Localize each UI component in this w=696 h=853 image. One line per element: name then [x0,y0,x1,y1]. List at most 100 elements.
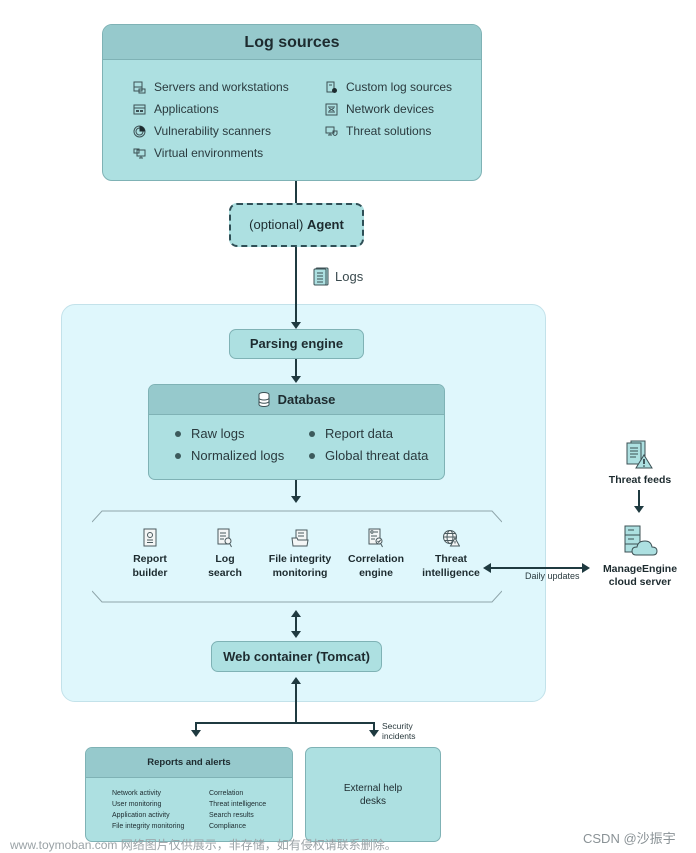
network-device-icon [325,103,338,115]
source-label: Applications [154,102,219,116]
virtual-monitor-icon [133,148,146,158]
reports-alerts-box: Reports and alerts Network activity User… [85,747,293,842]
source-label: Vulnerability scanners [154,124,271,138]
security-incidents-line2: incidents [382,731,416,741]
connector-line [638,490,640,507]
source-threat-solutions: Threat solutions [325,124,431,138]
report-item: Search results [209,812,254,819]
report-item: Correlation [209,790,244,797]
threat-feed-document-icon [626,440,653,469]
bullet-icon [175,452,181,459]
parsing-engine-box: Parsing engine [229,329,364,359]
arrow-down-icon [291,376,301,383]
arrow-up-icon [291,677,301,684]
source-virtual-environments: Virtual environments [133,146,263,160]
custom-log-icon [326,81,337,93]
file-folder-icon [291,529,309,547]
source-label: Custom log sources [346,80,453,94]
arrow-right-icon [582,563,590,573]
database-item: Raw logs [175,426,244,441]
log-sources-title: Log sources [103,25,481,60]
cloud-server-node: ManageEngine cloud server [597,525,683,589]
source-vulnerability-scanners: Vulnerability scanners [133,124,271,138]
database-item: Normalized logs [175,448,284,463]
source-network-devices: Network devices [325,102,434,116]
helpdesk-line1: External help [343,783,403,794]
module-threat-intelligence: Threat intelligence [411,528,491,580]
log-search-icon [217,528,232,548]
module-label-line1: File integrity [268,553,332,565]
arrow-down-icon [191,730,201,737]
report-item: Network activity [112,790,162,797]
module-label-line2: search [208,567,242,579]
database-item-label: Normalized logs [191,448,285,463]
source-label: Virtual environments [154,146,264,160]
database-item-label: Raw logs [191,426,245,441]
branch-line [195,722,375,724]
arrow-down-icon [291,322,301,329]
module-label-line1: Correlation [347,553,404,565]
report-item: File integrity monitoring [112,823,185,830]
arrow-down-icon [291,631,301,638]
report-item: Application activity [112,812,170,819]
threat-solution-icon [325,126,338,136]
report-item: User monitoring [112,801,162,808]
module-label-line1: Threat [434,553,468,565]
threat-feeds-label: Threat feeds [608,474,672,486]
security-incidents-line1: Security [382,721,413,731]
daily-updates-label: Daily updates [525,571,580,581]
web-container-box: Web container (Tomcat) [211,641,382,672]
report-builder-icon [143,528,157,547]
database-box: Database Raw logs Normalized logs Report… [148,384,445,480]
arrow-left-icon [483,563,491,573]
module-label-line2: intelligence [422,567,480,579]
radar-icon [133,125,146,137]
database-item-label: Report data [325,426,393,441]
watermark-right: CSDN @沙振宇 [583,831,676,846]
module-file-integrity: File integrity monitoring [260,528,340,580]
database-icon [258,392,270,407]
module-report-builder: Report builder [110,528,190,580]
log-document-icon [313,267,329,286]
module-correlation-engine: Correlation engine [336,528,416,580]
database-item: Global threat data [309,448,428,463]
cloud-server-label-line1: ManageEngine [602,563,678,575]
source-servers: Servers and workstations [133,80,289,94]
helpdesk-line2: desks [359,796,387,807]
connector-line [295,480,297,497]
external-helpdesk-box: External help desks [305,747,441,842]
module-label-line2: monitoring [272,567,328,579]
connector-line [295,359,297,377]
module-label-line2: engine [359,567,393,579]
server-icon [133,81,146,93]
report-item: Compliance [209,823,246,830]
watermark-left: www.toymoban.com 网络图片仅供展示，非存储，如有侵权请联系删除。 [10,838,397,852]
reports-title: Reports and alerts [86,748,292,778]
source-label: Servers and workstations [154,80,289,94]
bullet-icon [309,430,315,437]
agent-label: Agent [306,217,344,232]
source-custom-log: Custom log sources [325,80,452,94]
module-label-line2: builder [132,567,168,579]
log-sources-box: Log sources Servers and workstations App… [102,24,482,181]
globe-warning-icon [443,530,460,547]
database-item: Report data [309,426,393,441]
database-header: Database [149,385,444,415]
database-title: Database [277,392,336,407]
threat-feeds-node: Threat feeds [600,440,680,486]
arrow-down-icon [291,496,301,503]
module-label-line1: Log [215,553,235,565]
connector-line [295,683,297,723]
source-applications: Applications [133,102,219,116]
logs-annotation: Logs [313,267,363,286]
bullet-icon [309,452,315,459]
security-incidents-label: Security incidents [382,721,416,741]
correlation-icon [368,528,383,548]
connector-line [295,181,297,203]
logs-label: Logs [335,269,364,284]
daily-updates-line [490,567,582,569]
source-label: Threat solutions [346,124,432,138]
connector-line [373,722,375,730]
bullet-icon [175,430,181,437]
source-label: Network devices [346,102,435,116]
